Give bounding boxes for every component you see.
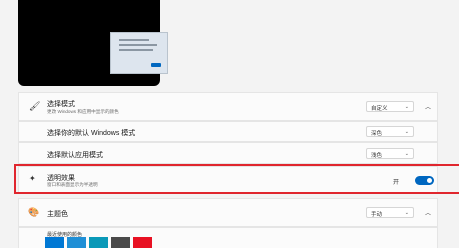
windows-mode-title: 选择你的默认 Windows 模式 <box>47 130 136 137</box>
app-mode-value: 浅色 <box>371 153 383 159</box>
color-swatch[interactable] <box>67 237 86 248</box>
choose-mode-desc: 更改 Windows 和应用中显示的颜色 <box>47 109 119 114</box>
brush-icon: 🖌 <box>29 101 41 111</box>
preview-line <box>119 39 149 41</box>
mode-dropdown-value: 自定义 <box>371 106 388 112</box>
preview-line <box>119 49 153 51</box>
color-swatch[interactable] <box>45 237 64 248</box>
windows-mode-dropdown[interactable]: 深色 ⌄ <box>366 126 414 137</box>
app-mode-dropdown[interactable]: 浅色 ⌄ <box>366 148 414 159</box>
accent-color-title: 主题色 <box>47 211 68 218</box>
app-mode-title: 选择默认应用模式 <box>47 152 103 159</box>
preview-window <box>110 32 168 74</box>
chevron-up-icon[interactable]: ︿ <box>425 102 431 111</box>
theme-preview <box>18 0 168 86</box>
chevron-down-icon: ⌄ <box>404 151 409 157</box>
accent-dropdown[interactable]: 手动 ⌄ <box>366 207 414 218</box>
preview-button <box>151 63 161 67</box>
windows-mode-value: 深色 <box>371 131 383 137</box>
palette-icon: 🎨 <box>28 207 40 217</box>
windows-mode-row: 选择你的默认 Windows 模式 深色 ⌄ <box>18 121 438 142</box>
color-swatch[interactable] <box>133 237 152 248</box>
app-mode-row: 选择默认应用模式 浅色 ⌄ <box>18 142 438 164</box>
chevron-down-icon: ⌄ <box>404 210 409 216</box>
chevron-down-icon: ⌄ <box>404 104 409 110</box>
highlight-box <box>14 164 459 194</box>
color-swatch[interactable] <box>89 237 108 248</box>
choose-mode-title: 选择模式 <box>47 101 75 108</box>
mode-dropdown[interactable]: 自定义 ⌄ <box>366 101 414 112</box>
preview-line <box>119 44 157 46</box>
accent-color-row[interactable]: 🎨 主题色 手动 ⌄ ︿ <box>18 198 438 227</box>
choose-mode-row[interactable]: 🖌 选择模式 更改 Windows 和应用中显示的颜色 自定义 ⌄ ︿ <box>18 92 438 121</box>
chevron-down-icon: ⌄ <box>404 129 409 135</box>
chevron-up-icon[interactable]: ︿ <box>425 208 431 217</box>
accent-dropdown-value: 手动 <box>371 212 383 218</box>
color-swatch[interactable] <box>111 237 130 248</box>
